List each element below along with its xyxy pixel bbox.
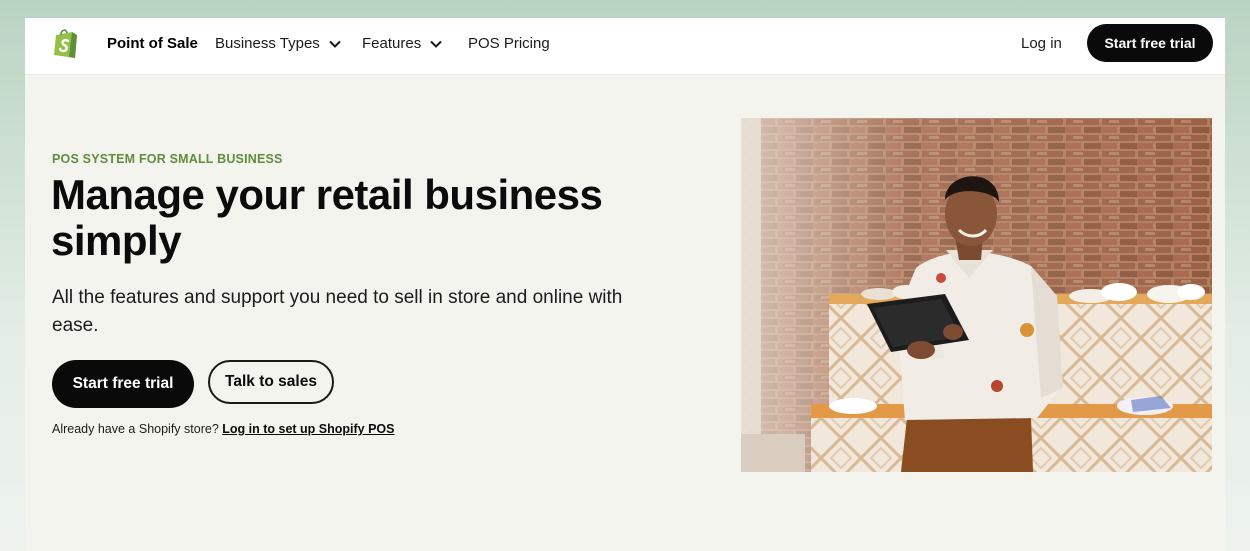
- existing-store-note: Already have a Shopify store? Log in to …: [52, 422, 394, 436]
- setup-pos-login-link[interactable]: Log in to set up Shopify POS: [222, 422, 394, 436]
- nav-business-types-label: Business Types: [215, 35, 320, 52]
- shopify-bag-icon[interactable]: [52, 27, 80, 59]
- hero-photo-illustration: [741, 118, 1212, 472]
- top-navigation: Point of Sale Business Types Features PO…: [25, 18, 1225, 75]
- nav-point-of-sale[interactable]: Point of Sale: [107, 35, 198, 52]
- nav-brand-label: Point of Sale: [107, 35, 198, 52]
- nav-features[interactable]: Features: [362, 35, 442, 52]
- hero-headline: Manage your retail business simply: [51, 171, 603, 264]
- hero-subhead: All the features and support you need to…: [52, 287, 623, 336]
- chevron-down-icon: [329, 40, 341, 48]
- nav-features-label: Features: [362, 35, 422, 52]
- existing-store-text: Already have a Shopify store?: [52, 422, 219, 436]
- start-free-trial-button[interactable]: Start free trial: [52, 360, 194, 408]
- talk-to-sales-button[interactable]: Talk to sales: [208, 360, 334, 404]
- nav-start-free-trial-button[interactable]: Start free trial: [1087, 24, 1213, 62]
- nav-pos-pricing-label: POS Pricing: [468, 35, 550, 52]
- nav-pos-pricing[interactable]: POS Pricing: [468, 35, 550, 52]
- chevron-down-icon: [430, 40, 442, 48]
- nav-business-types[interactable]: Business Types: [215, 35, 341, 52]
- login-link[interactable]: Log in: [1021, 35, 1062, 52]
- page-frame: Point of Sale Business Types Features PO…: [25, 18, 1225, 551]
- hero-eyebrow: POS SYSTEM FOR SMALL BUSINESS: [52, 152, 283, 166]
- hero-photo: [741, 118, 1212, 472]
